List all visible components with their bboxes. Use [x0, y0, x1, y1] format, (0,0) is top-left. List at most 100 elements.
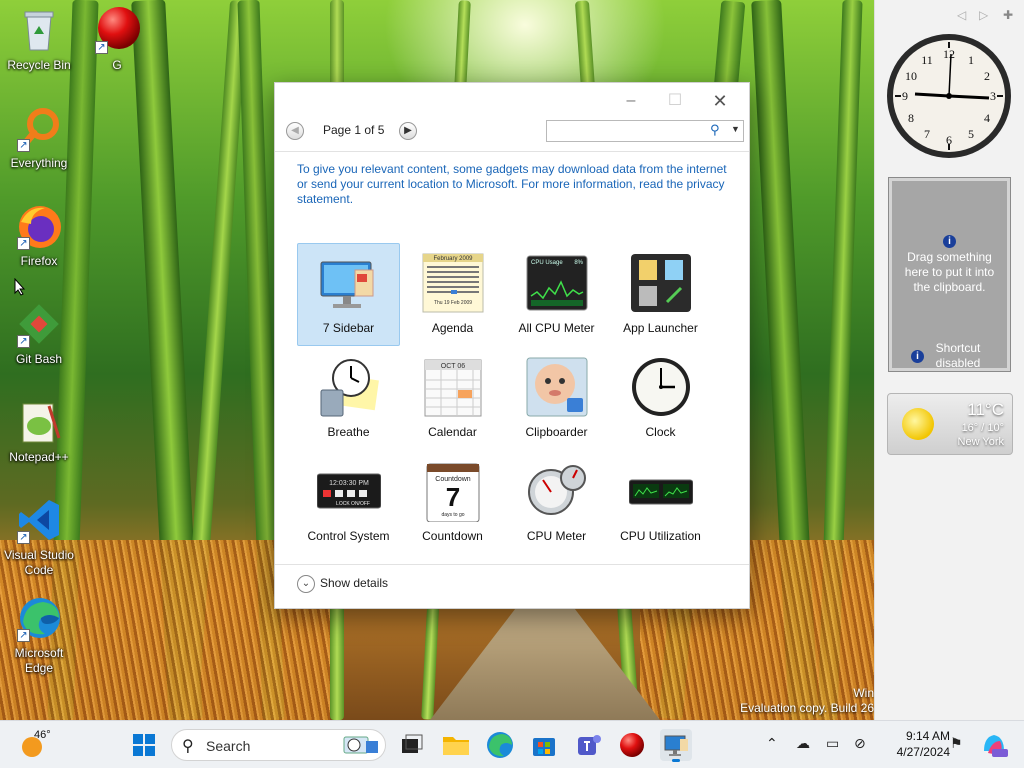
desktop-icon-edge[interactable]: ↗ Microsoft Edge [0, 594, 78, 676]
task-view-icon [402, 734, 423, 753]
agenda-footer-text: Thu 19 Feb 2009 [433, 300, 471, 306]
cpu-usage-title: CPU Usage [531, 260, 563, 266]
svg-text:9: 9 [902, 89, 908, 103]
vscode-icon: ↗ [15, 496, 63, 544]
maximize-button[interactable]: ☐ [661, 89, 689, 113]
display-icon[interactable]: ▭ [826, 735, 839, 752]
taskbar-task-view[interactable] [396, 729, 428, 761]
desktop-icon-label: Microsoft Edge [14, 646, 64, 675]
gadget-clock[interactable]: Clock [609, 347, 712, 450]
gadget-7-sidebar[interactable]: 7 Sidebar [297, 243, 400, 346]
gadget-app-launcher[interactable]: App Launcher [609, 243, 712, 346]
gadget-cpu-utilization[interactable]: CPU Utilization [609, 451, 712, 554]
sidebar-next-icon[interactable]: ▷ [979, 8, 988, 22]
notification-icon[interactable]: ⚑ [950, 735, 963, 752]
gadget-label: App Launcher [623, 321, 698, 335]
search-highlight-icon [343, 736, 378, 754]
next-page-button[interactable]: ▶ [399, 122, 417, 140]
gadget-agenda[interactable]: February 2009 Thu 19 Feb 2009 Agenda [401, 243, 504, 346]
calendar-icon: OCT 06 [421, 356, 485, 418]
gadget-breathe[interactable]: Breathe [297, 347, 400, 450]
taskbar-clock[interactable]: 9:14 AM 4/27/2024 [882, 728, 950, 760]
app-launcher-icon [629, 252, 693, 314]
clipboard-gadget[interactable]: i Drag something here to put it into the… [888, 177, 1011, 372]
gadget-label: Calendar [428, 425, 477, 439]
minimize-button[interactable]: – [617, 89, 645, 113]
taskbar-weather-widget[interactable]: 46° [20, 729, 60, 761]
header-divider [275, 151, 749, 152]
edge-icon [487, 732, 513, 758]
show-details-toggle[interactable]: ⌄ Show details [297, 575, 388, 593]
taskbar-search-box[interactable]: ⚲ Search [171, 729, 386, 761]
gadget-label: Countdown [422, 529, 483, 543]
close-button[interactable]: ✕ [706, 89, 734, 113]
recycle-bin-icon [15, 6, 63, 54]
watermark-line-2: Evaluation copy. Build 26 [740, 701, 874, 715]
weather-range: 16° / 10° [961, 422, 1004, 434]
mouse-cursor-icon [14, 278, 26, 296]
desktop-icon-label: Git Bash [15, 352, 63, 366]
analog-clock-gadget[interactable]: 12 3 6 9 1245 7 8 10 11 [885, 32, 1013, 160]
gadget-all-cpu-meter[interactable]: CPU Usage 8% All CPU Meter [505, 243, 608, 346]
gadget-cpu-meter[interactable]: CPU Meter [505, 451, 608, 554]
desktop-icon-recycle-bin[interactable]: Recycle Bin [0, 6, 78, 73]
svg-text:8: 8 [908, 111, 914, 125]
volume-muted-icon[interactable]: ⊘ [854, 735, 866, 752]
chevron-down-icon[interactable]: ▼ [731, 124, 740, 134]
taskbar-file-explorer[interactable] [440, 729, 472, 761]
sidebar-prev-icon[interactable]: ◁ [957, 8, 966, 22]
gadget-control-system[interactable]: 12:03:30 PM LOCK ON/OFF Control System [297, 451, 400, 554]
gadget-search-field[interactable] [551, 121, 701, 141]
gadget-label: Agenda [431, 321, 474, 335]
info-icon: i [943, 235, 956, 248]
shortcut-arrow-icon: ↗ [17, 139, 30, 152]
footer-divider [275, 564, 749, 565]
gadget-label: 7 Sidebar [322, 321, 375, 335]
privacy-notice-link[interactable]: To give you relevant content, some gadge… [297, 162, 727, 207]
cpu-usage-percent: 8% [574, 260, 583, 266]
control-panel-icon: 12:03:30 PM LOCK ON/OFF [316, 460, 381, 522]
desktop-icon-g[interactable]: ↗ G [78, 6, 156, 73]
gadget-search-input[interactable]: ⚲ ▼ [546, 120, 744, 142]
countdown-sub-text: days to go [441, 512, 464, 518]
desktop-icon-label: Everything [10, 156, 68, 170]
taskbar-search-label: Search [206, 738, 251, 754]
sidebar-add-icon[interactable]: ✚ [1003, 8, 1013, 22]
search-icon[interactable]: ⚲ [710, 122, 720, 138]
chevron-down-icon: ⌄ [297, 575, 315, 593]
gadget-calendar[interactable]: OCT 06 Calendar [401, 347, 504, 450]
desktop-icon-label: Notepad++ [9, 450, 69, 464]
start-button[interactable] [128, 729, 160, 761]
clock-calculator-icon [317, 356, 381, 418]
weather-gadget[interactable]: 11°C 16° / 10° New York [887, 393, 1013, 455]
desktop-icon-everything[interactable]: ↗ Everything [0, 104, 78, 171]
svg-text:12: 12 [943, 47, 955, 61]
info-icon: i [911, 349, 924, 363]
store-icon [533, 738, 555, 756]
gadget-countdown[interactable]: Countdown 7 days to go Countdown [401, 451, 504, 554]
desktop-icon-notepad-plus-plus[interactable]: Notepad++ [0, 398, 78, 465]
taskbar-gadgets-app[interactable] [660, 729, 692, 762]
cpu-bar-icon [628, 460, 693, 522]
shortcut-status: Shortcut disabled [935, 341, 981, 370]
taskbar-teams[interactable] [572, 729, 604, 761]
shortcut-arrow-icon: ↗ [17, 335, 30, 348]
clock-icon [629, 356, 693, 418]
chevron-up-icon[interactable]: ⌃ [766, 735, 778, 752]
taskbar-store[interactable] [528, 729, 560, 761]
desktop-icon-git-bash[interactable]: ↗ Git Bash [0, 300, 78, 367]
gadget-label: Clock [645, 425, 676, 439]
previous-page-button[interactable]: ◀ [286, 122, 304, 140]
teams-icon [578, 735, 601, 755]
taskbar-red-ball-app[interactable] [616, 729, 648, 761]
magnifier-icon: ↗ [15, 104, 63, 152]
cloud-offline-icon[interactable]: ☁ [796, 735, 810, 752]
desktop-icon-vscode[interactable]: ↗ Visual Studio Code [0, 496, 78, 578]
folder-icon [443, 737, 469, 755]
edge-icon: ↗ [15, 594, 63, 642]
taskbar-copilot[interactable] [978, 729, 1010, 761]
taskbar-edge[interactable] [484, 729, 516, 761]
search-icon: ⚲ [182, 738, 194, 755]
gadget-clipboarder[interactable]: Clipboarder [505, 347, 608, 450]
desktop-icon-firefox[interactable]: ↗ Firefox [0, 202, 78, 269]
